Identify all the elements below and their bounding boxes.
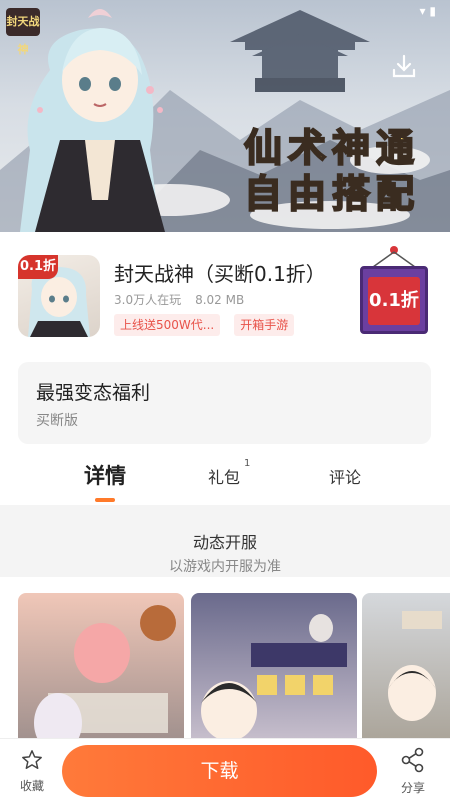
discount-label: 0.1折 [368,277,420,325]
app-title: 封天战神（买断0.1折） [114,262,326,286]
player-count: 3.0万人在玩 [114,293,182,307]
download-button[interactable]: 下载 [62,745,377,797]
tag-item[interactable]: 上线送500W代... [114,314,221,336]
character-illustration [20,9,165,232]
welfare-title: 最强变态福利 [36,382,151,404]
screenshot-carousel[interactable] [0,593,450,739]
download-icon[interactable] [390,52,418,80]
hero-slogan: 仙术神通 自由搭配 [243,124,420,217]
tab-bar: 详情 礼包 1 评论 [0,452,450,504]
gift-count-badge: 1 [244,458,251,469]
tab-comments[interactable]: 评论 [329,464,361,488]
active-tab-indicator [95,498,115,502]
game-logo: 封天战神 [6,8,40,56]
status-icons: ▾ ▮ [419,4,436,18]
favorite-label: 收藏 [19,779,44,793]
share-icon [401,747,424,773]
screenshot-2[interactable] [191,593,357,739]
hero-slogan-line2: 自由搭配 [243,170,420,217]
app-meta: 3.0万人在玩 8.02 MB [114,291,244,308]
server-title: 动态开服 [192,533,257,552]
hero-banner[interactable]: 封天战神 ▾ ▮ 仙术神通 自由搭配 [0,0,450,232]
share-label: 分享 [400,781,425,795]
welfare-card[interactable]: 最强变态福利 买断版 [18,362,431,444]
hero-slogan-line1: 仙术神通 [243,124,420,171]
tag-list: 上线送500W代... 开箱手游 [114,314,295,336]
discount-badge: 0.1折 [18,255,58,279]
server-section: 动态开服 以游戏内开服为准 [0,505,450,577]
screenshot-2-art [201,614,347,739]
favorite-button[interactable]: 收藏 [16,749,48,794]
screenshot-3[interactable] [362,593,450,739]
tab-details[interactable]: 详情 [84,460,126,490]
tag-item[interactable]: 开箱手游 [234,314,295,336]
star-icon [22,750,42,769]
screenshot-3-art [388,611,442,721]
tab-gifts[interactable]: 礼包 [208,464,240,488]
discount-board: 0.1折 [360,266,428,334]
app-icon: 0.1折 [18,255,100,337]
screenshot-1[interactable] [18,593,184,739]
file-size: 8.02 MB [195,293,245,307]
share-button[interactable]: 分享 [395,747,431,796]
server-subtitle: 以游戏内开服为准 [169,559,281,575]
discount-sign: 0.1折 [356,244,432,338]
bottom-action-bar: 收藏 下载 分享 [0,738,450,801]
welfare-subtitle: 买断版 [36,413,78,429]
screenshot-1-art [34,605,176,739]
